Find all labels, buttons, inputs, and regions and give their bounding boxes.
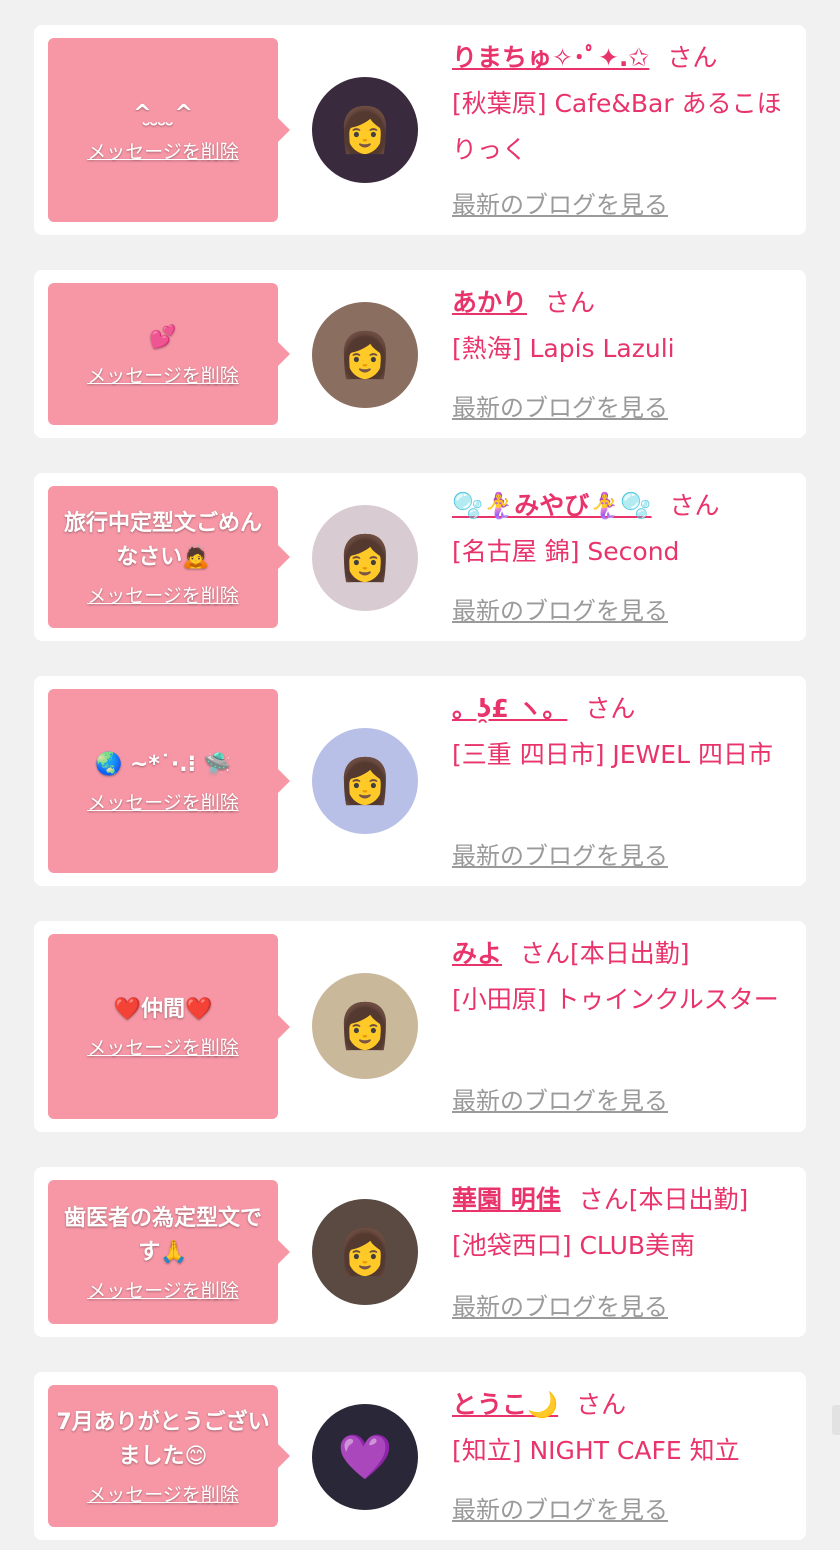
name-line: とうこ🌙 さん [452,1382,792,1428]
card-1: 💕 メッセージを削除 👩 あかり さん [熱海] Lapis Lazuli 最新の… [34,270,806,438]
status-text: [本日出勤] [570,939,690,968]
avatar[interactable]: 👩 [312,1199,418,1305]
cast-name-link[interactable]: とうこ🌙 [452,1390,558,1419]
message-text: 7月ありがとうございました😊 [56,1409,270,1469]
latest-blog-link[interactable]: 最新のブログを見る [452,388,668,423]
cast-name-link[interactable]: 。ʖ̯£ ヽ。 [452,694,567,723]
status-text: [本日出勤] [628,1185,749,1214]
message-bubble: 🌏 ~*˙·.⁝ 🛸 メッセージを削除 [48,689,290,873]
message-bubble: ❤️仲間❤️ メッセージを削除 [48,934,290,1119]
honorific: さん [667,43,718,72]
message-text: 旅行中定型文ごめんなさい🙇 [63,510,262,570]
shop-text: [秋葉原] Cafe&Bar あるこほりっく [452,89,782,164]
name-line: 🫧🧜‍♀️みやび🧜‍♀️🫧 さん [452,483,792,529]
delete-message-link[interactable]: メッセージを削除 [87,1033,239,1060]
name-line: 。ʖ̯£ ヽ。 さん [452,686,792,732]
message-bubble: 7月ありがとうございました😊 メッセージを削除 [48,1385,290,1527]
delete-message-link[interactable]: メッセージを削除 [87,1276,239,1303]
delete-message-link[interactable]: メッセージを削除 [87,137,239,164]
name-line: みよ さん[本日出勤] [452,931,792,977]
card-2: 旅行中定型文ごめんなさい🙇 メッセージを削除 👩 🫧🧜‍♀️みやび🧜‍♀️🫧 さん… [34,473,806,641]
portrait-photo-icon: 👩 [337,105,393,156]
honorific: さん [520,939,571,968]
heart-portrait-photo-icon: 💜 [337,1432,393,1483]
scrollbar-thumb[interactable] [832,1405,840,1435]
latest-blog-link[interactable]: 最新のブログを見る [452,1287,668,1322]
shop-text: [知立] NIGHT CAFE 知立 [452,1436,740,1465]
honorific: さん [578,1185,629,1214]
card-0: ^̮ ̮ ̮ ̮^ メッセージを削除 👩 りまちゅ✧･ﾟ✦.✩ さん [秋葉原] … [34,25,806,235]
latest-blog-link[interactable]: 最新のブログを見る [452,1081,668,1116]
delete-message-link[interactable]: メッセージを削除 [87,1480,239,1507]
cast-name-link[interactable]: みよ [452,939,502,968]
portrait-photo-icon: 👩 [337,533,393,584]
cast-info: 華園 明佳 さん[本日出勤] [池袋西口] CLUB美南 [452,1177,792,1269]
cast-name-link[interactable]: あかり [452,288,527,317]
honorific: さん [585,694,636,723]
cast-name-link[interactable]: 華園 明佳 [452,1185,561,1214]
honorific: さん [576,1390,627,1419]
name-line: 華園 明佳 さん[本日出勤] [452,1177,792,1223]
cast-info: みよ さん[本日出勤] [小田原] トゥインクルスター [452,931,792,1023]
portrait-photo-icon: 👩 [337,330,393,381]
shop-text: [名古屋 錦] Second [452,537,680,566]
message-text: ❤️仲間❤️ [113,997,213,1022]
message-text: 💕 [149,324,177,350]
avatar[interactable]: 👩 [312,728,418,834]
message-text: 歯医者の為定型文です🙏 [63,1205,262,1265]
message-bubble: ^̮ ̮ ̮ ̮^ メッセージを削除 [48,38,290,222]
shop-text: [池袋西口] CLUB美南 [452,1231,696,1260]
message-bubble: 💕 メッセージを削除 [48,283,290,425]
message-bubble: 旅行中定型文ごめんなさい🙇 メッセージを削除 [48,486,290,628]
cast-info: 🫧🧜‍♀️みやび🧜‍♀️🫧 さん [名古屋 錦] Second [452,483,792,575]
cast-info: とうこ🌙 さん [知立] NIGHT CAFE 知立 [452,1382,792,1474]
honorific: さん [669,491,720,520]
delete-message-link[interactable]: メッセージを削除 [87,788,239,815]
card-3: 🌏 ~*˙·.⁝ 🛸 メッセージを削除 👩 。ʖ̯£ ヽ。 さん [三重 四日市]… [34,676,806,886]
honorific: さん [545,288,596,317]
shop-text: [小田原] トゥインクルスター [452,985,779,1014]
cast-info: りまちゅ✧･ﾟ✦.✩ さん [秋葉原] Cafe&Bar あるこほりっく [452,35,792,173]
card-4: ❤️仲間❤️ メッセージを削除 👩 みよ さん[本日出勤] [小田原] トゥインク… [34,921,806,1132]
latest-blog-link[interactable]: 最新のブログを見る [452,836,668,871]
avatar[interactable]: 👩 [312,77,418,183]
latest-blog-link[interactable]: 最新のブログを見る [452,591,668,626]
avatar[interactable]: 👩 [312,505,418,611]
cast-info: 。ʖ̯£ ヽ。 さん [三重 四日市] JEWEL 四日市 [452,686,792,778]
message-bubble: 歯医者の為定型文です🙏 メッセージを削除 [48,1180,290,1324]
shop-text: [三重 四日市] JEWEL 四日市 [452,740,773,769]
message-text: ^̮ ̮ ̮ ̮^ [133,100,193,126]
name-line: りまちゅ✧･ﾟ✦.✩ さん [452,35,792,81]
portrait-photo-icon: 👩 [337,1227,393,1278]
avatar[interactable]: 💜 [312,1404,418,1510]
avatar[interactable]: 👩 [312,973,418,1079]
cast-name-link[interactable]: 🫧🧜‍♀️みやび🧜‍♀️🫧 [452,491,652,520]
delete-message-link[interactable]: メッセージを削除 [87,361,239,388]
latest-blog-link[interactable]: 最新のブログを見る [452,185,668,220]
latest-blog-link[interactable]: 最新のブログを見る [452,1490,668,1525]
cast-name-link[interactable]: りまちゅ✧･ﾟ✦.✩ [452,43,649,72]
cast-info: あかり さん [熱海] Lapis Lazuli [452,280,792,372]
name-line: あかり さん [452,280,792,326]
portrait-photo-icon: 👩 [337,1001,393,1052]
card-5: 歯医者の為定型文です🙏 メッセージを削除 👩 華園 明佳 さん[本日出勤] [池袋… [34,1167,806,1337]
shop-text: [熱海] Lapis Lazuli [452,334,675,363]
delete-message-link[interactable]: メッセージを削除 [87,581,239,608]
avatar[interactable]: 👩 [312,302,418,408]
portrait-photo-icon: 👩 [337,756,393,807]
message-text: 🌏 ~*˙·.⁝ 🛸 [94,751,232,777]
card-6: 7月ありがとうございました😊 メッセージを削除 💜 とうこ🌙 さん [知立] NI… [34,1372,806,1540]
